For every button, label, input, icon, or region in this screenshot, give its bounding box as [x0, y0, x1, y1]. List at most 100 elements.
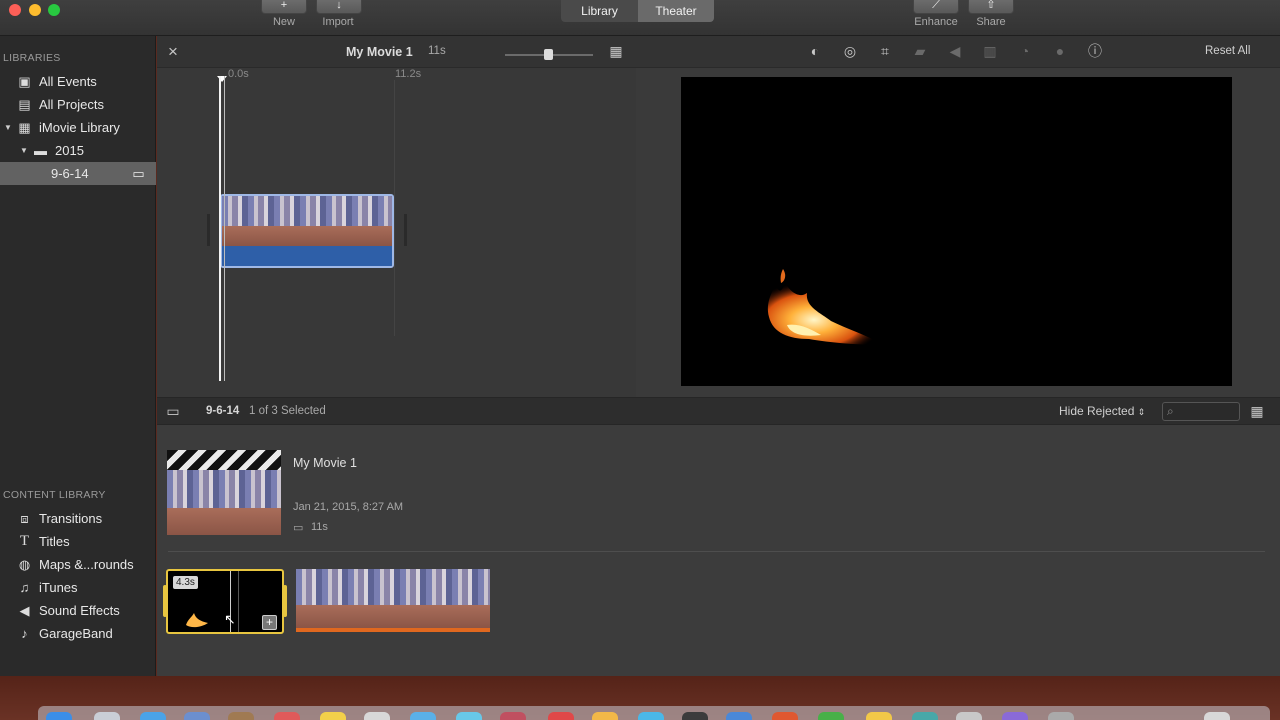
magic-wand-icon: ⟋: [932, 0, 940, 11]
info-icon[interactable]: ⓘ: [1085, 41, 1105, 61]
disclosure-triangle-icon[interactable]: ▼: [20, 139, 28, 162]
sidebar-item-event-9-6-14[interactable]: 9-6-14 ▭: [0, 162, 156, 185]
ruler-end-label: 11.2s: [395, 68, 422, 80]
trash-dock-icon[interactable]: [1204, 712, 1230, 720]
sidebar-toggle-icon[interactable]: ▭: [163, 401, 183, 421]
sidebar-item-maps-backgrounds[interactable]: ◍ Maps &...rounds: [0, 553, 156, 576]
minimize-window-button[interactable]: [29, 4, 41, 16]
plus-icon: +: [265, 615, 273, 629]
finder-dock-icon[interactable]: [46, 712, 72, 720]
updown-chevron-icon: ⇕: [1137, 407, 1146, 417]
selection-status: 1 of 3 Selected: [249, 405, 326, 417]
new-label: New: [272, 16, 295, 28]
color-balance-icon[interactable]: ◐: [805, 41, 825, 61]
sidebar-item-all-projects[interactable]: ▤ All Projects: [0, 93, 156, 116]
add-to-movie-button[interactable]: +: [262, 615, 277, 630]
timeline-end-marker: [394, 80, 395, 336]
disclosure-triangle-icon[interactable]: ▼: [4, 116, 12, 139]
downloads-dock-icon[interactable]: [1048, 712, 1074, 720]
libraries-heading: LIBRARIES: [3, 52, 61, 64]
project-thumbnail[interactable]: [167, 450, 281, 535]
window-toolbar: + New ↓ Import Library Theater ⟋ Enhance…: [0, 0, 1280, 36]
globe-icon: ◍: [18, 557, 31, 572]
ibooks-dock-icon[interactable]: [592, 712, 618, 720]
folder-icon: ▬: [34, 143, 47, 158]
pages-dock-icon[interactable]: [772, 712, 798, 720]
sidebar-item-imovie-library[interactable]: ▼ ▦ iMovie Library: [0, 116, 156, 139]
reminders-dock-icon[interactable]: [364, 712, 390, 720]
sidebar-item-label: All Events: [39, 74, 97, 89]
sidebar-item-itunes[interactable]: ♫ iTunes: [0, 576, 156, 599]
sidebar-item-all-events[interactable]: ▣ All Events: [0, 70, 156, 93]
event-clip-selected[interactable]: 4.3s ↖ +: [166, 569, 284, 634]
search-field[interactable]: ⌕: [1162, 402, 1240, 421]
mail-dock-icon[interactable]: [184, 712, 210, 720]
imovie-dock-icon[interactable]: [682, 712, 708, 720]
maps-dock-icon[interactable]: [410, 712, 436, 720]
close-icon[interactable]: ×: [163, 42, 183, 62]
zoom-window-button[interactable]: [48, 4, 60, 16]
volume-icon[interactable]: ◀: [945, 41, 965, 61]
preview-dock-icon[interactable]: [956, 712, 982, 720]
guitar-icon: ♪: [21, 626, 28, 641]
color-correction-icon[interactable]: ◎: [840, 41, 860, 61]
content-library-heading: CONTENT LIBRARY: [3, 489, 106, 501]
sidebar: LIBRARIES ▣ All Events ▤ All Projects ▼ …: [0, 36, 156, 676]
share-button[interactable]: ⇧: [968, 0, 1014, 14]
zoom-slider-thumb[interactable]: [544, 49, 553, 60]
event-clip[interactable]: [296, 569, 490, 632]
stabilization-icon[interactable]: ▰: [910, 41, 930, 61]
import-button[interactable]: ↓: [316, 0, 362, 14]
playhead[interactable]: [217, 76, 227, 381]
photobooth-dock-icon[interactable]: [500, 712, 526, 720]
clapper-stripe-icon: [167, 450, 281, 470]
calendar-dock-icon[interactable]: [274, 712, 300, 720]
clip-trim-handle-right[interactable]: [404, 214, 407, 246]
crop-icon[interactable]: ⌗: [875, 41, 895, 61]
sidebar-item-transitions[interactable]: ⧈ Transitions: [0, 507, 156, 530]
safari-dock-icon[interactable]: [140, 712, 166, 720]
sidebar-item-label: All Projects: [39, 97, 105, 112]
music-note-icon: ♫: [19, 580, 30, 595]
video-preview[interactable]: [681, 77, 1232, 386]
filmstrip-settings-icon[interactable]: ▦: [606, 41, 626, 61]
search-input[interactable]: [1181, 404, 1237, 419]
reset-all-button[interactable]: Reset All: [1205, 45, 1250, 57]
noise-reduction-icon[interactable]: ▥: [980, 41, 1000, 61]
system-dock-icon[interactable]: [1002, 712, 1028, 720]
sidebar-item-label: GarageBand: [39, 626, 113, 641]
messages-dock-icon[interactable]: [456, 712, 482, 720]
enhance-button[interactable]: ⟋: [913, 0, 959, 14]
sidebar-item-titles[interactable]: T Titles: [0, 530, 156, 553]
sidebar-item-garageband[interactable]: ♪ GarageBand: [0, 622, 156, 645]
clip-trim-handle-left[interactable]: [207, 214, 210, 246]
timeline-clip[interactable]: [220, 194, 394, 268]
garageband-dock-icon[interactable]: [866, 712, 892, 720]
numbers-dock-icon[interactable]: [818, 712, 844, 720]
contacts-dock-icon[interactable]: [228, 712, 254, 720]
sidebar-item-2015[interactable]: ▼ ▬ 2015: [0, 139, 156, 162]
selection-handle-right[interactable]: [283, 585, 287, 617]
itunes-dock-icon[interactable]: [548, 712, 574, 720]
divider: [168, 551, 1265, 552]
tab-theater[interactable]: Theater: [638, 0, 714, 22]
keynote-dock-icon[interactable]: [726, 712, 752, 720]
close-window-button[interactable]: [9, 4, 21, 16]
new-button[interactable]: +: [261, 0, 307, 14]
app-dock-icon[interactable]: [912, 712, 938, 720]
appstore-dock-icon[interactable]: [638, 712, 664, 720]
project-title: My Movie 1: [346, 45, 413, 59]
sidebar-item-label: 9-6-14: [51, 166, 89, 181]
clip-appearance-icon[interactable]: ▦: [1247, 401, 1267, 421]
sidebar-item-sound-effects[interactable]: ◀ Sound Effects: [0, 599, 156, 622]
plus-icon: +: [280, 0, 288, 11]
speed-icon[interactable]: ◔: [1015, 41, 1035, 61]
search-icon: ⌕: [1167, 404, 1174, 418]
clip-filter-icon[interactable]: ●: [1050, 41, 1070, 61]
sidebar-item-label: Transitions: [39, 511, 103, 526]
selection-handle-left[interactable]: [163, 585, 167, 617]
tab-library[interactable]: Library: [561, 0, 638, 22]
notes-dock-icon[interactable]: [320, 712, 346, 720]
hide-rejected-select[interactable]: Hide Rejected ⇕: [1059, 404, 1145, 418]
launchpad-dock-icon[interactable]: [94, 712, 120, 720]
